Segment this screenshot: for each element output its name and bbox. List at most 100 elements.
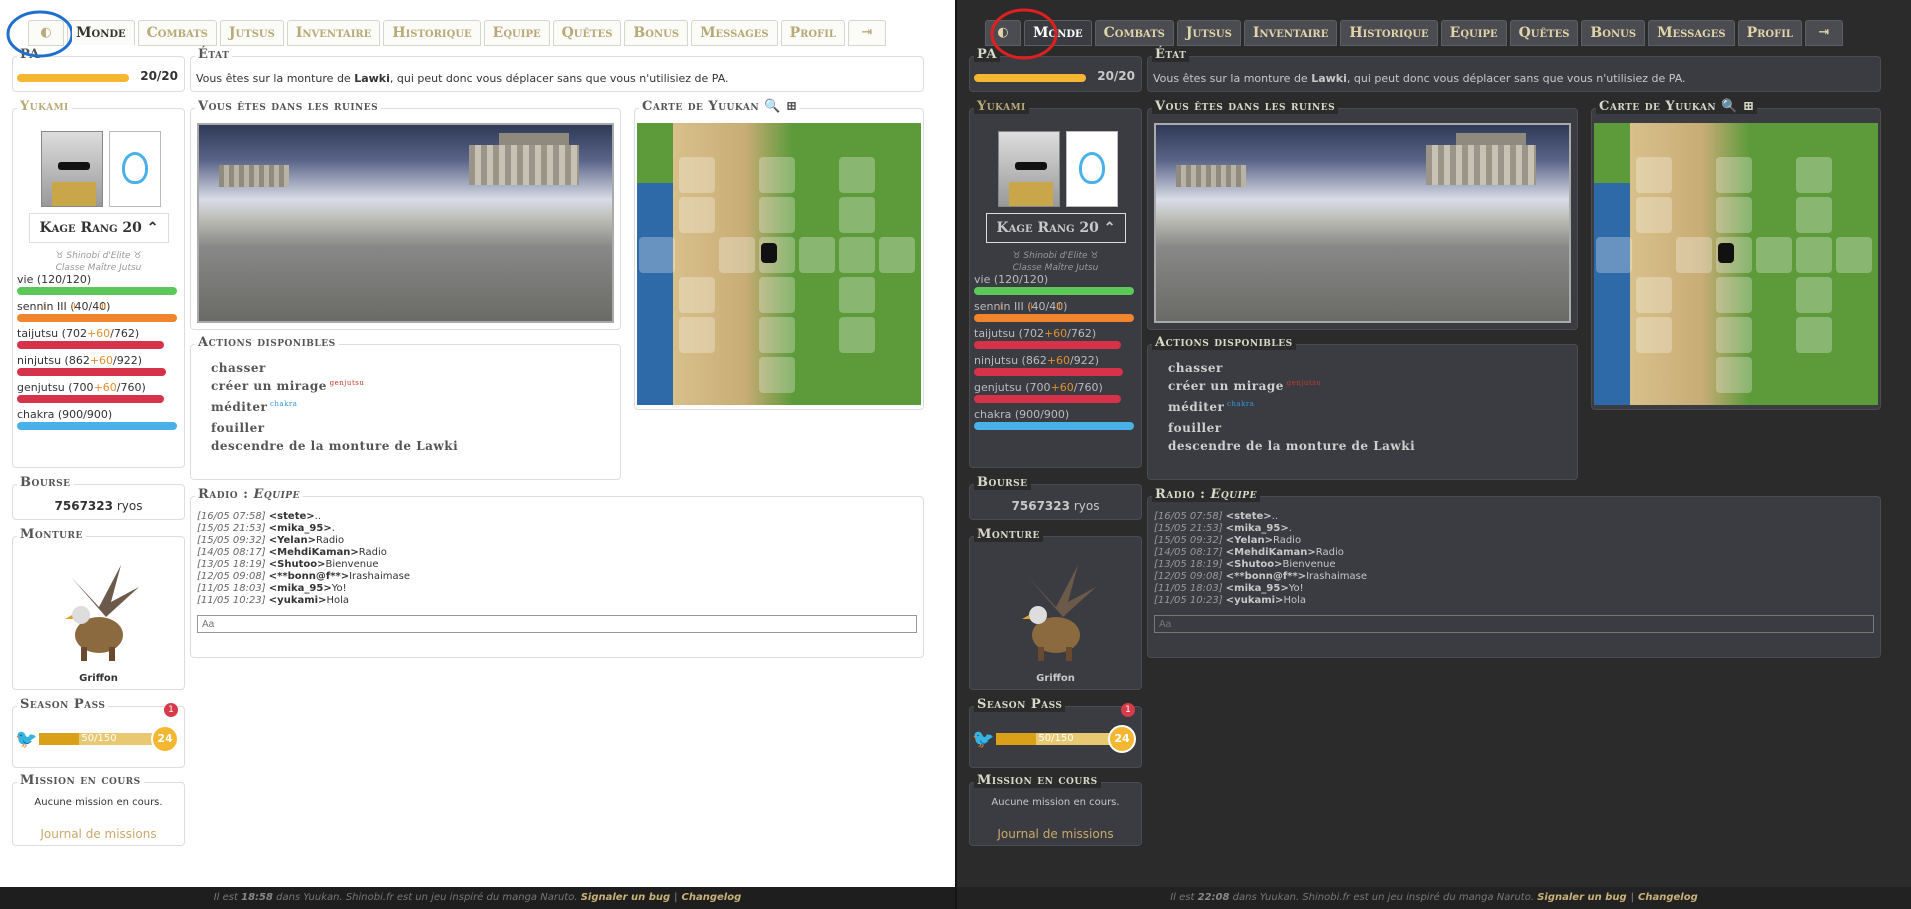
map-cell[interactable] xyxy=(1796,237,1832,273)
tab-combats[interactable]: Combats xyxy=(137,20,217,46)
rank-badge[interactable]: Kage Rang 20 ⌃ xyxy=(29,213,169,243)
map-cell[interactable] xyxy=(879,237,915,273)
tab-quetes[interactable]: Quêtes xyxy=(1509,20,1579,46)
action-chasser[interactable]: chasser xyxy=(1168,361,1223,375)
griffon-image[interactable] xyxy=(51,557,147,667)
stat-taijutsu-label: taijutsu (702+60/762) xyxy=(974,327,1097,340)
avatar[interactable] xyxy=(41,131,103,207)
map-cell[interactable] xyxy=(839,197,875,233)
magnifier-icon[interactable]: 🔍 xyxy=(764,99,781,114)
action-fouiller[interactable]: fouiller xyxy=(1168,421,1222,435)
tab-bonus[interactable]: Bonus xyxy=(1581,20,1646,46)
world-map[interactable] xyxy=(1594,123,1878,405)
tab-inventaire[interactable]: Inventaire xyxy=(286,20,381,46)
tab-combats[interactable]: Combats xyxy=(1094,20,1174,46)
map-cell[interactable] xyxy=(1716,317,1752,353)
map-cell[interactable] xyxy=(759,157,795,193)
map-cell[interactable] xyxy=(1836,237,1872,273)
report-bug-link[interactable]: Signaler un bug xyxy=(1537,892,1626,903)
map-cell[interactable] xyxy=(839,157,875,193)
map-cell[interactable] xyxy=(1796,317,1832,353)
changelog-link[interactable]: Changelog xyxy=(682,892,742,903)
tab-profil[interactable]: Profil xyxy=(1737,20,1802,46)
map-cell[interactable] xyxy=(759,317,795,353)
map-cell[interactable] xyxy=(1636,317,1672,353)
mission-journal-link[interactable]: Journal de missions xyxy=(13,827,184,841)
world-map[interactable] xyxy=(637,123,921,405)
tab-quetes[interactable]: Quêtes xyxy=(552,20,622,46)
map-cell[interactable] xyxy=(759,357,795,393)
map-cell[interactable] xyxy=(759,277,795,313)
map-cell[interactable] xyxy=(1716,357,1752,393)
map-cell[interactable] xyxy=(1636,277,1672,313)
stat-sennin-III-bar xyxy=(17,314,177,322)
tab-historique[interactable]: Historique xyxy=(1340,20,1438,46)
tab-equipe[interactable]: Equipe xyxy=(1440,20,1507,46)
player-class: Classe Maître Jutsu xyxy=(55,263,142,273)
tab-messages[interactable]: Messages xyxy=(1648,20,1735,46)
action-créer[interactable]: créer un mirage genjutsu xyxy=(211,379,364,393)
map-cell[interactable] xyxy=(1796,277,1832,313)
tab-messages[interactable]: Messages xyxy=(691,20,778,46)
griffon-image[interactable] xyxy=(1008,557,1104,667)
tab-profil[interactable]: Profil xyxy=(780,20,845,46)
tab-bonus[interactable]: Bonus xyxy=(624,20,689,46)
season-pass-panel[interactable]: Season Pass 1 🐦 50/150 24 xyxy=(969,697,1142,768)
tab-monde[interactable]: Monde xyxy=(67,20,135,46)
map-cell[interactable] xyxy=(1796,157,1832,193)
chat-message: [14/05 08:17] <MehdiKaman>Radio xyxy=(197,547,387,558)
map-cell[interactable] xyxy=(1596,237,1632,273)
season-pass-panel[interactable]: Season Pass 1 🐦 50/150 24 xyxy=(12,697,185,768)
map-cell[interactable] xyxy=(759,197,795,233)
grid-icon[interactable]: ⊞ xyxy=(1743,99,1754,114)
radio-input[interactable] xyxy=(1154,615,1874,633)
map-cell[interactable] xyxy=(1636,197,1672,233)
logout-button[interactable]: ⇥ xyxy=(847,20,886,46)
tab-inventaire[interactable]: Inventaire xyxy=(1243,20,1338,46)
map-cell[interactable] xyxy=(839,277,875,313)
magnifier-icon[interactable]: 🔍 xyxy=(1721,99,1738,114)
map-cell[interactable] xyxy=(799,237,835,273)
monture-title: Monture xyxy=(974,527,1043,542)
rank-badge[interactable]: Kage Rang 20 ⌃ xyxy=(986,213,1126,243)
action-descendre[interactable]: descendre de la monture de Lawki xyxy=(1168,439,1415,453)
action-fouiller[interactable]: fouiller xyxy=(211,421,265,435)
map-cell[interactable] xyxy=(1796,197,1832,233)
map-cell[interactable] xyxy=(639,237,675,273)
map-cell[interactable] xyxy=(679,317,715,353)
map-cell[interactable] xyxy=(679,197,715,233)
action-méditer[interactable]: méditer chakra xyxy=(211,400,297,414)
changelog-link[interactable]: Changelog xyxy=(1638,892,1698,903)
actions-panel: Actions disponibles chasser créer un mira… xyxy=(1147,335,1578,480)
avatar[interactable] xyxy=(998,131,1060,207)
logout-button[interactable]: ⇥ xyxy=(1804,20,1843,46)
action-méditer[interactable]: méditer chakra xyxy=(1168,400,1254,414)
map-cell[interactable] xyxy=(839,237,875,273)
map-cell[interactable] xyxy=(719,237,755,273)
action-chasser[interactable]: chasser xyxy=(211,361,266,375)
tab-jutsus[interactable]: Jutsus xyxy=(219,20,284,46)
map-cell[interactable] xyxy=(1756,237,1792,273)
map-cell[interactable] xyxy=(1636,157,1672,193)
stat-sennin-III-label: sennin III (40/40) xyxy=(17,300,111,313)
etat-panel: État Vous êtes sur la monture de Lawki, … xyxy=(190,47,924,92)
map-cell[interactable] xyxy=(1716,157,1752,193)
season-pass-progress: 50/150 xyxy=(81,733,117,744)
report-bug-link[interactable]: Signaler un bug xyxy=(581,892,670,903)
map-cell[interactable] xyxy=(839,317,875,353)
map-cell[interactable] xyxy=(1716,197,1752,233)
etat-panel: État Vous êtes sur la monture de Lawki, … xyxy=(1147,47,1881,92)
map-cell[interactable] xyxy=(679,277,715,313)
grid-icon[interactable]: ⊞ xyxy=(786,99,797,114)
map-cell[interactable] xyxy=(679,157,715,193)
tab-jutsus[interactable]: Jutsus xyxy=(1176,20,1241,46)
action-créer[interactable]: créer un mirage genjutsu xyxy=(1168,379,1321,393)
tab-historique[interactable]: Historique xyxy=(383,20,481,46)
map-cell[interactable] xyxy=(1676,237,1712,273)
stat-vie-bar xyxy=(974,287,1134,295)
radio-input[interactable] xyxy=(197,615,917,633)
action-descendre[interactable]: descendre de la monture de Lawki xyxy=(211,439,458,453)
tab-equipe[interactable]: Equipe xyxy=(483,20,550,46)
map-cell[interactable] xyxy=(1716,277,1752,313)
mission-journal-link[interactable]: Journal de missions xyxy=(970,827,1141,841)
